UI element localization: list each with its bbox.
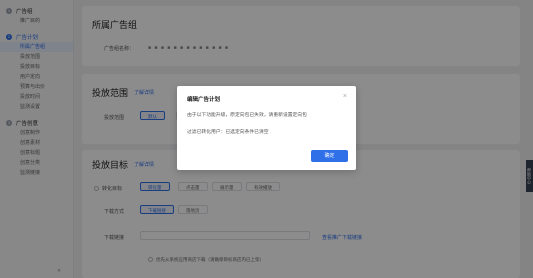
confirm-button[interactable]: 确定 (311, 150, 348, 162)
dialog-message-line2: 过滤已转化用户：已选定向条件已清空 (187, 130, 269, 135)
edit-plan-dialog: 编辑广告计划 × 由于以下功能升级，原定向包已失效，请重新设置定向包 过滤已转化… (177, 86, 356, 170)
dialog-message-line1: 由于以下功能升级，原定向包已失效，请重新设置定向包 (187, 113, 307, 118)
dialog-title: 编辑广告计划 (187, 97, 221, 103)
close-icon[interactable]: × (343, 93, 347, 100)
